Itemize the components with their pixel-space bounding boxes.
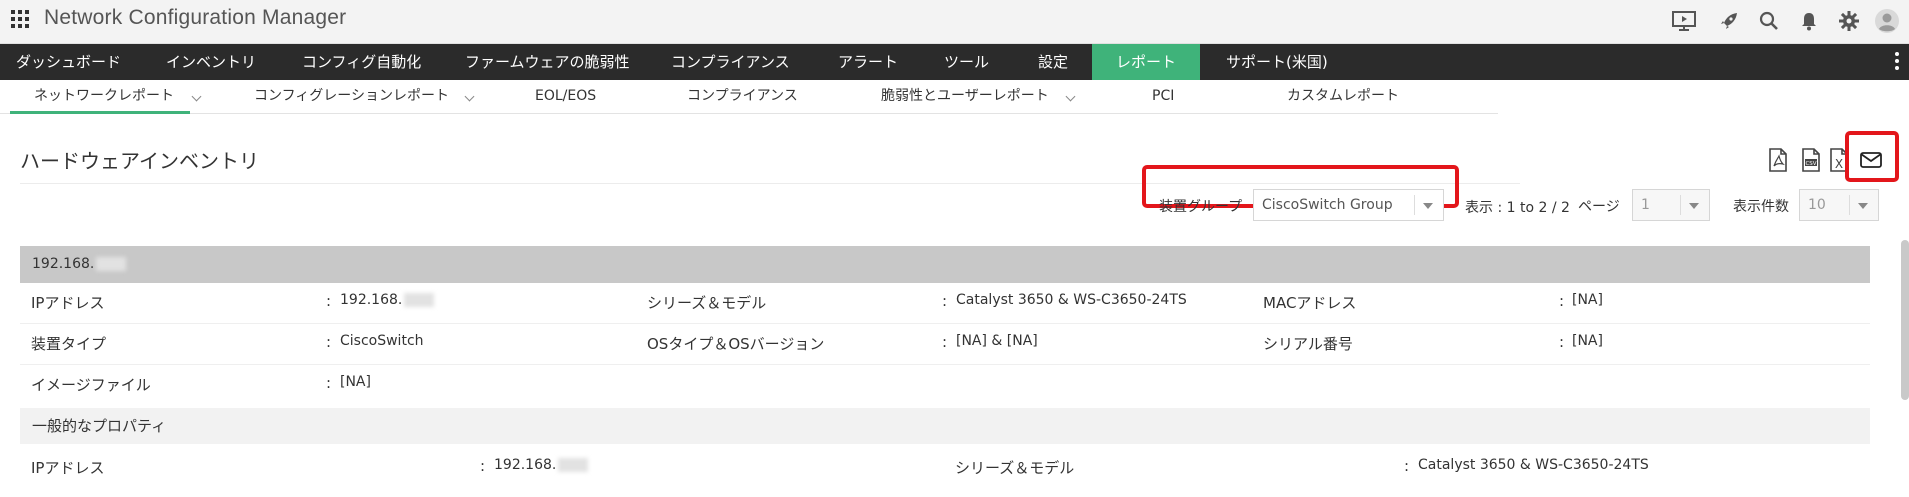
value-series-model: Catalyst 3650 & WS-C3650-24TS bbox=[1418, 457, 1649, 473]
vertical-scrollbar[interactable] bbox=[1901, 240, 1909, 400]
report-sub-nav: ネットワークレポート コンフィグレーションレポート EOL/EOS コンプライア… bbox=[0, 80, 1498, 114]
subnav-custom-reports[interactable]: カスタムレポート bbox=[1287, 80, 1399, 114]
nav-config-automation[interactable]: コンフィグ自動化 bbox=[286, 44, 437, 80]
subnav-configuration-reports[interactable]: コンフィグレーションレポート bbox=[254, 80, 449, 114]
label-os-type-version: OSタイプ＆OSバージョン bbox=[647, 335, 825, 353]
device-ip: 192.168. bbox=[32, 256, 95, 272]
chevron-down-icon[interactable] bbox=[191, 91, 202, 102]
label-mac-address: MACアドレス bbox=[1263, 294, 1357, 312]
nav-tools[interactable]: ツール bbox=[928, 44, 1005, 80]
device-header: 192.168. bbox=[20, 246, 1870, 283]
label-device-type: 装置タイプ bbox=[31, 335, 107, 353]
value-image-file: [NA] bbox=[340, 374, 371, 390]
per-page-select[interactable]: 10 bbox=[1799, 189, 1879, 221]
nav-alarms[interactable]: アラート bbox=[822, 44, 914, 80]
general-properties-header: 一般的なプロパティ bbox=[20, 408, 1870, 444]
caret-down-icon bbox=[1858, 203, 1868, 209]
more-menu-icon[interactable] bbox=[1895, 52, 1899, 73]
top-bar: Network Configuration Manager bbox=[0, 0, 1909, 44]
per-page-value: 10 bbox=[1808, 197, 1826, 213]
pdf-icon[interactable] bbox=[1768, 148, 1788, 172]
device-group-label: 装置グループ bbox=[1159, 199, 1243, 215]
nav-compliance[interactable]: コンプライアンス bbox=[655, 44, 806, 80]
label-serial-number: シリアル番号 bbox=[1263, 335, 1353, 353]
gear-icon[interactable] bbox=[1836, 8, 1862, 34]
subnav-pci[interactable]: PCI bbox=[1152, 80, 1174, 114]
presentation-icon[interactable] bbox=[1671, 8, 1697, 34]
redacted-ip bbox=[96, 257, 127, 271]
subnav-compliance[interactable]: コンプライアンス bbox=[687, 80, 798, 114]
value-mac-address: [NA] bbox=[1572, 292, 1603, 308]
value-ip-address: 192.168. bbox=[494, 457, 589, 473]
chevron-down-icon[interactable] bbox=[1065, 91, 1076, 102]
value-ip-address: 192.168. bbox=[340, 292, 435, 308]
highlight-frame bbox=[1845, 131, 1899, 182]
app-title: Network Configuration Manager bbox=[44, 6, 347, 29]
label-ip-address: IPアドレス bbox=[31, 294, 105, 312]
label-image-file: イメージファイル bbox=[31, 376, 151, 394]
subnav-vulnerability-user-reports[interactable]: 脆弱性とユーザーレポート bbox=[881, 80, 1049, 114]
nav-reports[interactable]: レポート bbox=[1092, 44, 1200, 80]
value-serial-number: [NA] bbox=[1572, 333, 1603, 349]
bell-icon[interactable] bbox=[1796, 8, 1822, 34]
value-os-type-version: [NA] & [NA] bbox=[956, 333, 1038, 349]
label-series-model: シリーズ＆モデル bbox=[647, 294, 767, 312]
user-avatar-icon[interactable] bbox=[1874, 8, 1900, 34]
page-label: ページ bbox=[1578, 199, 1620, 215]
caret-down-icon bbox=[1689, 203, 1699, 209]
value-device-type: CiscoSwitch bbox=[340, 333, 424, 349]
csv-icon[interactable]: CSV bbox=[1801, 148, 1821, 172]
rocket-icon[interactable] bbox=[1716, 8, 1742, 34]
page-value: 1 bbox=[1641, 197, 1650, 213]
main-nav: ダッシュボード インベントリ コンフィグ自動化 ファームウェアの脆弱性 コンプラ… bbox=[0, 44, 1909, 80]
label-series-model: シリーズ＆モデル bbox=[955, 459, 1075, 477]
nav-firmware-vulnerability[interactable]: ファームウェアの脆弱性 bbox=[449, 44, 646, 80]
nav-settings[interactable]: 設定 bbox=[1022, 44, 1084, 80]
page-title: ハードウェアインベントリ bbox=[20, 149, 259, 173]
value-series-model: Catalyst 3650 & WS-C3650-24TS bbox=[956, 292, 1187, 308]
nav-dashboard[interactable]: ダッシュボード bbox=[0, 44, 137, 80]
app-grid-icon[interactable] bbox=[11, 10, 29, 28]
svg-text:CSV: CSV bbox=[1805, 161, 1816, 167]
nav-support[interactable]: サポート(米国) bbox=[1210, 44, 1344, 80]
search-icon[interactable] bbox=[1756, 8, 1782, 34]
device-group-select[interactable]: CiscoSwitch Group bbox=[1253, 189, 1444, 221]
nav-inventory[interactable]: インベントリ bbox=[150, 44, 272, 80]
chevron-down-icon[interactable] bbox=[464, 91, 475, 102]
subnav-label: ネットワークレポート bbox=[34, 88, 174, 104]
display-range-text: 表示 : 1 to 2 / 2 bbox=[1465, 200, 1570, 216]
per-page-label: 表示件数 bbox=[1733, 199, 1789, 215]
page-select[interactable]: 1 bbox=[1632, 189, 1710, 221]
subnav-eol-eos[interactable]: EOL/EOS bbox=[535, 80, 596, 114]
svg-text:X: X bbox=[1835, 157, 1843, 171]
caret-down-icon bbox=[1423, 203, 1433, 209]
subnav-network-reports[interactable]: ネットワークレポート bbox=[10, 80, 190, 114]
device-group-value: CiscoSwitch Group bbox=[1262, 197, 1393, 213]
label-ip-address: IPアドレス bbox=[31, 459, 105, 477]
